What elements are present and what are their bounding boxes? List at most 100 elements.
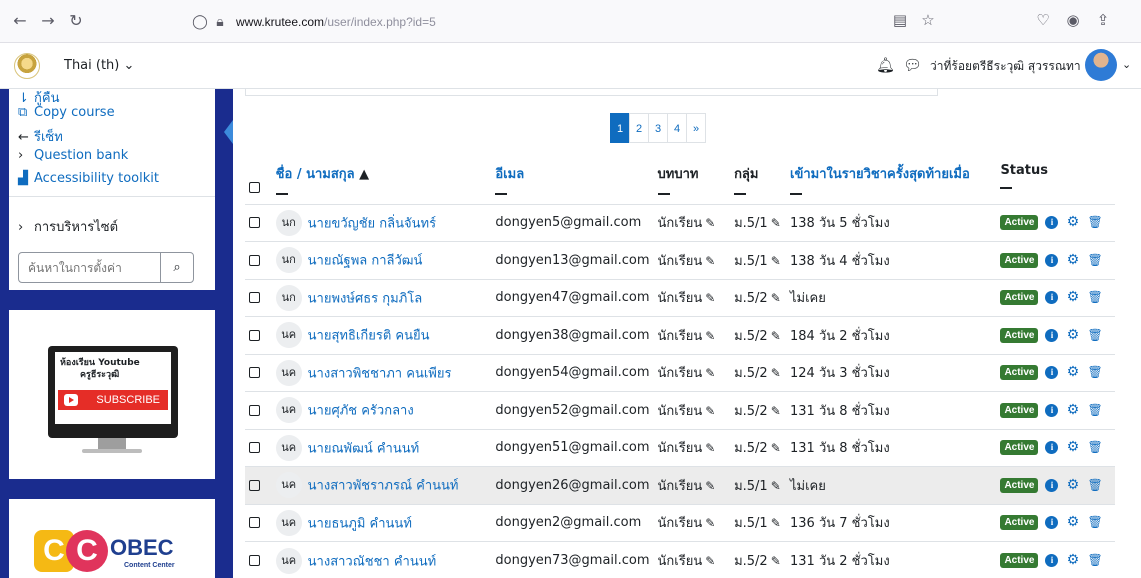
collapse-column-icon[interactable] (495, 193, 508, 195)
avatar[interactable] (1085, 49, 1117, 81)
avatar[interactable]: นก (275, 247, 302, 274)
avatar[interactable]: นก (275, 284, 302, 311)
avatar[interactable]: นค (275, 359, 302, 386)
user-name-link[interactable]: นายศุภัช ครัวกลาง (308, 404, 414, 419)
gear-icon[interactable]: ⚙ (1065, 478, 1080, 492)
user-name-link[interactable]: นายธนภูมิ คำนนท์ (308, 516, 412, 531)
row-select-checkbox[interactable] (249, 479, 260, 491)
avatar[interactable]: นค (275, 322, 302, 349)
page-3[interactable]: 3 (648, 113, 668, 143)
user-name-link[interactable]: นางสาวพัชราภรณ์ คำนนท์ (308, 479, 459, 494)
pencil-icon[interactable]: ✎ (705, 554, 715, 568)
trash-icon[interactable]: 🗑︎ (1087, 403, 1102, 417)
notification-bell-icon[interactable]: 🔔︎ (876, 56, 895, 74)
pencil-icon[interactable]: ✎ (771, 329, 781, 343)
share-icon[interactable]: ⇪ (1093, 11, 1113, 29)
collapse-column-icon[interactable] (1000, 187, 1013, 189)
avatar[interactable]: นค (275, 434, 302, 461)
row-select-checkbox[interactable] (249, 517, 260, 529)
trash-icon[interactable]: 🗑︎ (1087, 253, 1102, 267)
info-icon[interactable]: i (1045, 441, 1059, 455)
pencil-icon[interactable]: ✎ (771, 516, 781, 530)
gear-icon[interactable]: ⚙ (1065, 365, 1080, 379)
site-admin-toggle[interactable]: › การบริหารไซต์ (18, 216, 118, 237)
pencil-icon[interactable]: ✎ (705, 216, 715, 230)
trash-icon[interactable]: 🗑︎ (1087, 216, 1102, 229)
pencil-icon[interactable]: ✎ (771, 479, 781, 493)
account-icon[interactable]: ◉ (1063, 11, 1083, 29)
gear-icon[interactable]: ⚙ (1065, 440, 1080, 454)
info-icon[interactable]: i (1045, 216, 1059, 230)
user-name[interactable]: ว่าที่ร้อยตรีธีระวุฒิ สุวรรณทา (930, 57, 1081, 76)
info-icon[interactable]: i (1045, 554, 1059, 567)
pencil-icon[interactable]: ✎ (705, 366, 715, 380)
pencil-icon[interactable]: ✎ (771, 404, 781, 418)
back-arrow-icon[interactable]: ← (10, 11, 30, 31)
trash-icon[interactable]: 🗑︎ (1087, 478, 1102, 492)
select-all-checkbox[interactable] (249, 182, 260, 193)
pencil-icon[interactable]: ✎ (771, 216, 781, 230)
info-icon[interactable]: i (1045, 366, 1059, 380)
page-4[interactable]: 4 (667, 113, 687, 143)
gear-icon[interactable]: ⚙ (1065, 328, 1080, 342)
search-icon[interactable]: ⌕ (160, 253, 193, 282)
avatar[interactable]: นค (275, 509, 302, 536)
avatar[interactable]: นค (275, 472, 302, 499)
language-menu[interactable]: Thai (th) ⌄ (64, 58, 134, 73)
gear-icon[interactable]: ⚙ (1065, 515, 1080, 529)
user-name-link[interactable]: นายพงษ์ศธร กุมภิโล (308, 291, 423, 306)
info-icon[interactable]: i (1045, 403, 1059, 417)
info-icon[interactable]: i (1045, 516, 1059, 530)
drawer-item-copy-course[interactable]: ⧉ Copy course (18, 105, 115, 120)
reader-view-icon[interactable]: ▤ (890, 11, 910, 29)
pencil-icon[interactable]: ✎ (705, 516, 715, 530)
messages-chat-icon[interactable]: 💬︎ (903, 56, 922, 74)
page-next[interactable]: » (686, 113, 706, 143)
info-icon[interactable]: i (1045, 478, 1059, 492)
row-select-checkbox[interactable] (249, 329, 260, 341)
row-select-checkbox[interactable] (249, 292, 260, 304)
gear-icon[interactable]: ⚙ (1065, 253, 1080, 267)
drawer-toggle-notch[interactable] (224, 120, 233, 144)
forward-arrow-icon[interactable]: → (38, 11, 58, 31)
email-column-header[interactable]: อีเมล (491, 157, 653, 204)
avatar[interactable]: นค (275, 547, 302, 574)
pencil-icon[interactable]: ✎ (771, 291, 781, 305)
row-select-checkbox[interactable] (249, 442, 260, 454)
row-select-checkbox[interactable] (249, 367, 260, 379)
avatar[interactable]: นก (275, 209, 302, 236)
school-logo[interactable] (14, 53, 40, 79)
info-icon[interactable]: i (1045, 291, 1059, 305)
name-column-header[interactable]: ชื่อ / นามสกุล ▲ (272, 157, 492, 204)
avatar[interactable]: นค (275, 397, 302, 424)
collapse-column-icon[interactable] (275, 193, 288, 195)
collapse-column-icon[interactable] (657, 193, 670, 195)
gear-icon[interactable]: ⚙ (1065, 553, 1080, 567)
page-2[interactable]: 2 (629, 113, 649, 143)
row-select-checkbox[interactable] (249, 404, 260, 416)
user-name-link[interactable]: นายณัฐพล กาลีวัฒน์ (308, 254, 423, 269)
reload-icon[interactable]: ↻ (66, 11, 86, 31)
pencil-icon[interactable]: ✎ (705, 254, 715, 268)
page-1[interactable]: 1 (610, 113, 630, 143)
collapse-column-icon[interactable] (734, 193, 747, 195)
bookmark-star-icon[interactable]: ☆ (918, 11, 938, 29)
trash-icon[interactable]: 🗑︎ (1087, 291, 1102, 304)
user-name-link[interactable]: นายขวัญชัย กลิ่นจันทร์ (308, 216, 436, 231)
chevron-down-icon[interactable]: ⌄ (1122, 58, 1131, 71)
pencil-icon[interactable]: ✎ (705, 441, 715, 455)
pencil-icon[interactable]: ✎ (771, 254, 781, 268)
info-icon[interactable]: i (1045, 253, 1059, 267)
user-name-link[interactable]: นายสุทธิเกียรติ คนยืน (308, 329, 430, 344)
gear-icon[interactable]: ⚙ (1065, 290, 1080, 304)
url-text[interactable]: www.krutee.com/user/index.php?id=5 (236, 15, 436, 29)
drawer-item-reset[interactable]: ← รีเซ็ท (18, 126, 63, 147)
trash-icon[interactable]: 🗑︎ (1087, 328, 1102, 342)
collapse-column-icon[interactable] (790, 193, 802, 195)
row-select-checkbox[interactable] (249, 254, 260, 266)
user-name-link[interactable]: นางสาวพิชชาภา คนเพียร (308, 366, 452, 381)
trash-icon[interactable]: 🗑︎ (1087, 441, 1102, 454)
trash-icon[interactable]: 🗑︎ (1087, 366, 1102, 379)
row-select-checkbox[interactable] (249, 217, 260, 229)
drawer-item-question-bank[interactable]: › Question bank (18, 148, 128, 163)
